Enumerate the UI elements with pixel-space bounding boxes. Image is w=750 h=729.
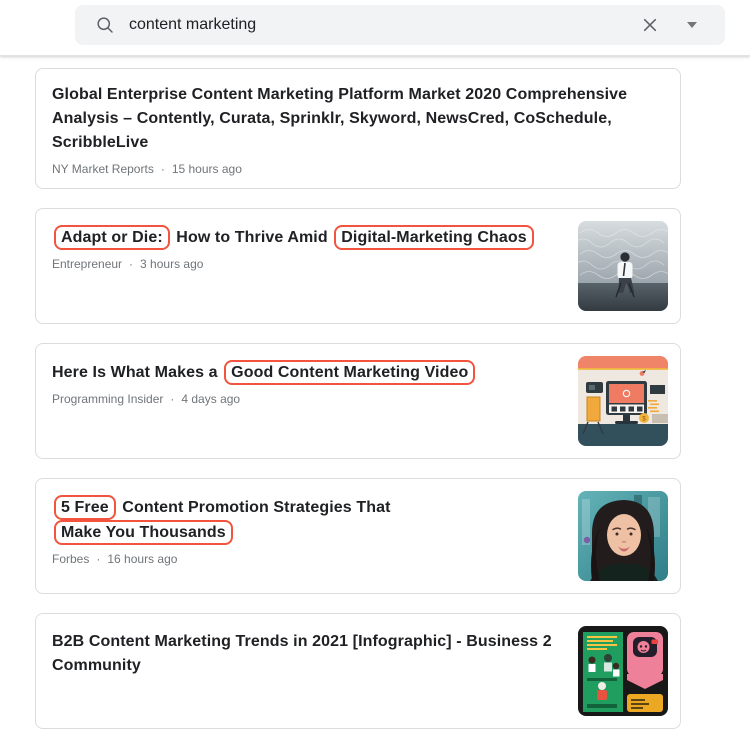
article-source: Forbes (52, 552, 89, 566)
search-bar[interactable] (75, 5, 725, 45)
title-highlight-box: 5 Free (54, 495, 116, 520)
article-time: 4 days ago (181, 392, 240, 406)
article-thumbnail[interactable] (578, 626, 668, 716)
news-card-4[interactable]: 5 Free Content Promotion Strategies That… (35, 478, 681, 594)
meta-separator: · (161, 162, 165, 176)
news-card-1[interactable]: Global Enterprise Content Marketing Plat… (35, 68, 681, 189)
article-time: 3 hours ago (140, 257, 203, 271)
search-input[interactable] (129, 13, 631, 37)
chevron-down-icon[interactable] (687, 22, 697, 28)
article-title[interactable]: 5 Free Content Promotion Strategies That… (52, 495, 570, 545)
title-segment: Content Promotion Strategies That (118, 499, 391, 516)
article-meta: NY Market Reports · 15 hours ago (52, 162, 660, 176)
search-icon (95, 15, 115, 35)
man-on-stool-photo (578, 221, 668, 311)
close-icon[interactable] (639, 14, 661, 36)
news-card-3[interactable]: Here Is What Makes a Good Content Market… (35, 343, 681, 459)
article-title[interactable]: Global Enterprise Content Marketing Plat… (52, 83, 660, 155)
meta-separator: · (129, 257, 133, 271)
article-time: 15 hours ago (172, 162, 242, 176)
title-highlight-box: Make You Thousands (54, 520, 233, 545)
title-highlight-box: Adapt or Die: (54, 225, 170, 250)
meta-separator: · (96, 552, 100, 566)
article-thumbnail[interactable] (578, 221, 668, 311)
article-meta: Forbes · 16 hours ago (52, 552, 570, 566)
article-time: 16 hours ago (107, 552, 177, 566)
news-card-2[interactable]: Adapt or Die: How to Thrive Amid Digital… (35, 208, 681, 324)
article-meta: Programming Insider · 4 days ago (52, 392, 570, 406)
article-title[interactable]: B2B Content Marketing Trends in 2021 [In… (52, 630, 570, 678)
search-results-list: Global Enterprise Content Marketing Plat… (0, 56, 750, 729)
title-highlight-box: Digital-Marketing Chaos (334, 225, 533, 250)
title-highlight-box: Good Content Marketing Video (224, 360, 475, 385)
search-header (0, 0, 750, 56)
workspace-illustration: $ (578, 356, 668, 446)
title-segment: Global Enterprise Content Marketing Plat… (52, 86, 627, 151)
woman-portrait (578, 491, 668, 581)
article-source: Entrepreneur (52, 257, 122, 271)
title-segment: How to Thrive Amid (172, 229, 333, 246)
title-segment: Here Is What Makes a (52, 364, 222, 381)
article-thumbnail[interactable] (578, 491, 668, 581)
article-source: Programming Insider (52, 392, 163, 406)
news-card-5[interactable]: B2B Content Marketing Trends in 2021 [In… (35, 613, 681, 729)
title-segment: B2B Content Marketing Trends in 2021 [In… (52, 633, 552, 674)
article-source: NY Market Reports (52, 162, 154, 176)
infographic-thumbnail (578, 626, 668, 716)
article-meta: Entrepreneur · 3 hours ago (52, 257, 570, 271)
article-thumbnail[interactable]: $ (578, 356, 668, 446)
meta-separator: · (170, 392, 174, 406)
article-title[interactable]: Adapt or Die: How to Thrive Amid Digital… (52, 225, 570, 250)
article-title[interactable]: Here Is What Makes a Good Content Market… (52, 360, 570, 385)
